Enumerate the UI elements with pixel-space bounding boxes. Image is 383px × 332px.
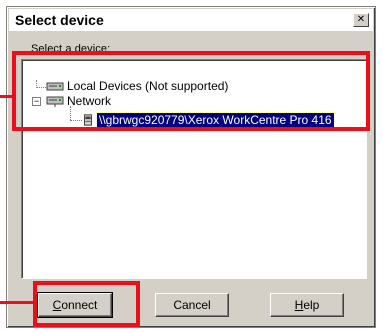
cancel-button[interactable]: Cancel <box>155 293 229 317</box>
help-button[interactable]: Help <box>270 293 344 317</box>
connect-button[interactable]: Connect <box>37 292 113 318</box>
device-tree[interactable]: Local Devices (Not supported) − Network … <box>21 59 367 279</box>
collapse-network-toggle[interactable]: − <box>32 97 41 106</box>
select-device-caption: Select a device: <box>31 43 111 55</box>
close-button[interactable]: ✕ <box>353 13 369 27</box>
tree-node-network[interactable]: Network <box>46 93 111 109</box>
tree-callout-line <box>0 95 14 98</box>
tree-node-label: Local Devices (Not supported) <box>67 79 229 93</box>
network-icon <box>46 96 64 107</box>
minus-icon: − <box>33 96 40 106</box>
connect-callout-line <box>0 301 35 304</box>
printer-icon <box>84 114 92 126</box>
computer-icon <box>46 82 64 91</box>
tree-node-xerox-printer[interactable]: \\gbrwgc920779\Xerox WorkCentre Pro 416 <box>82 112 335 128</box>
select-device-dialog: Select device ✕ Select a device: Local D… <box>6 6 376 328</box>
tree-node-local-devices[interactable]: Local Devices (Not supported) <box>46 78 228 94</box>
button-row: Connect Cancel Help <box>7 292 375 323</box>
tree-node-label: \\gbrwgc920779\Xerox WorkCentre Pro 416 <box>96 112 335 128</box>
tree-node-label: Network <box>67 94 112 108</box>
title-bar: Select device ✕ <box>9 9 373 31</box>
close-icon: ✕ <box>356 14 366 25</box>
dialog-title: Select device <box>15 12 104 28</box>
